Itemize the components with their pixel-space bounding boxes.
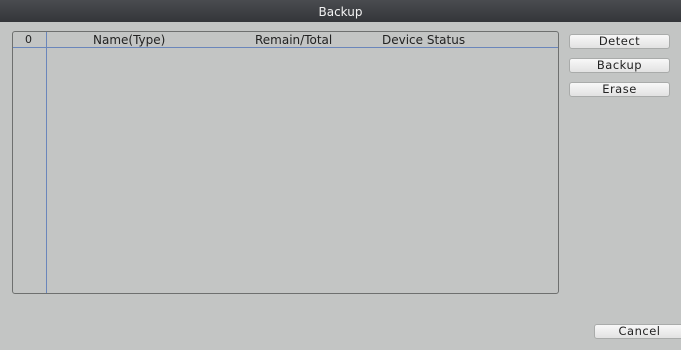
device-table: 0 Name(Type) Remain/Total Device Status (12, 31, 559, 294)
title-bar: Backup (0, 0, 681, 22)
erase-button[interactable]: Erase (569, 82, 670, 97)
column-separator (46, 32, 47, 293)
backup-dialog: Backup 0 Name(Type) Remain/Total Device … (0, 0, 681, 350)
device-count: 0 (25, 33, 32, 46)
backup-button[interactable]: Backup (569, 58, 670, 73)
table-header: 0 Name(Type) Remain/Total Device Status (13, 32, 558, 48)
detect-button[interactable]: Detect (569, 34, 670, 49)
column-header-device-status: Device Status (382, 33, 466, 47)
column-header-name-type: Name(Type) (93, 33, 166, 47)
column-header-remain-total: Remain/Total (255, 33, 333, 47)
dialog-title: Backup (318, 5, 363, 19)
cancel-button[interactable]: Cancel (594, 324, 681, 339)
